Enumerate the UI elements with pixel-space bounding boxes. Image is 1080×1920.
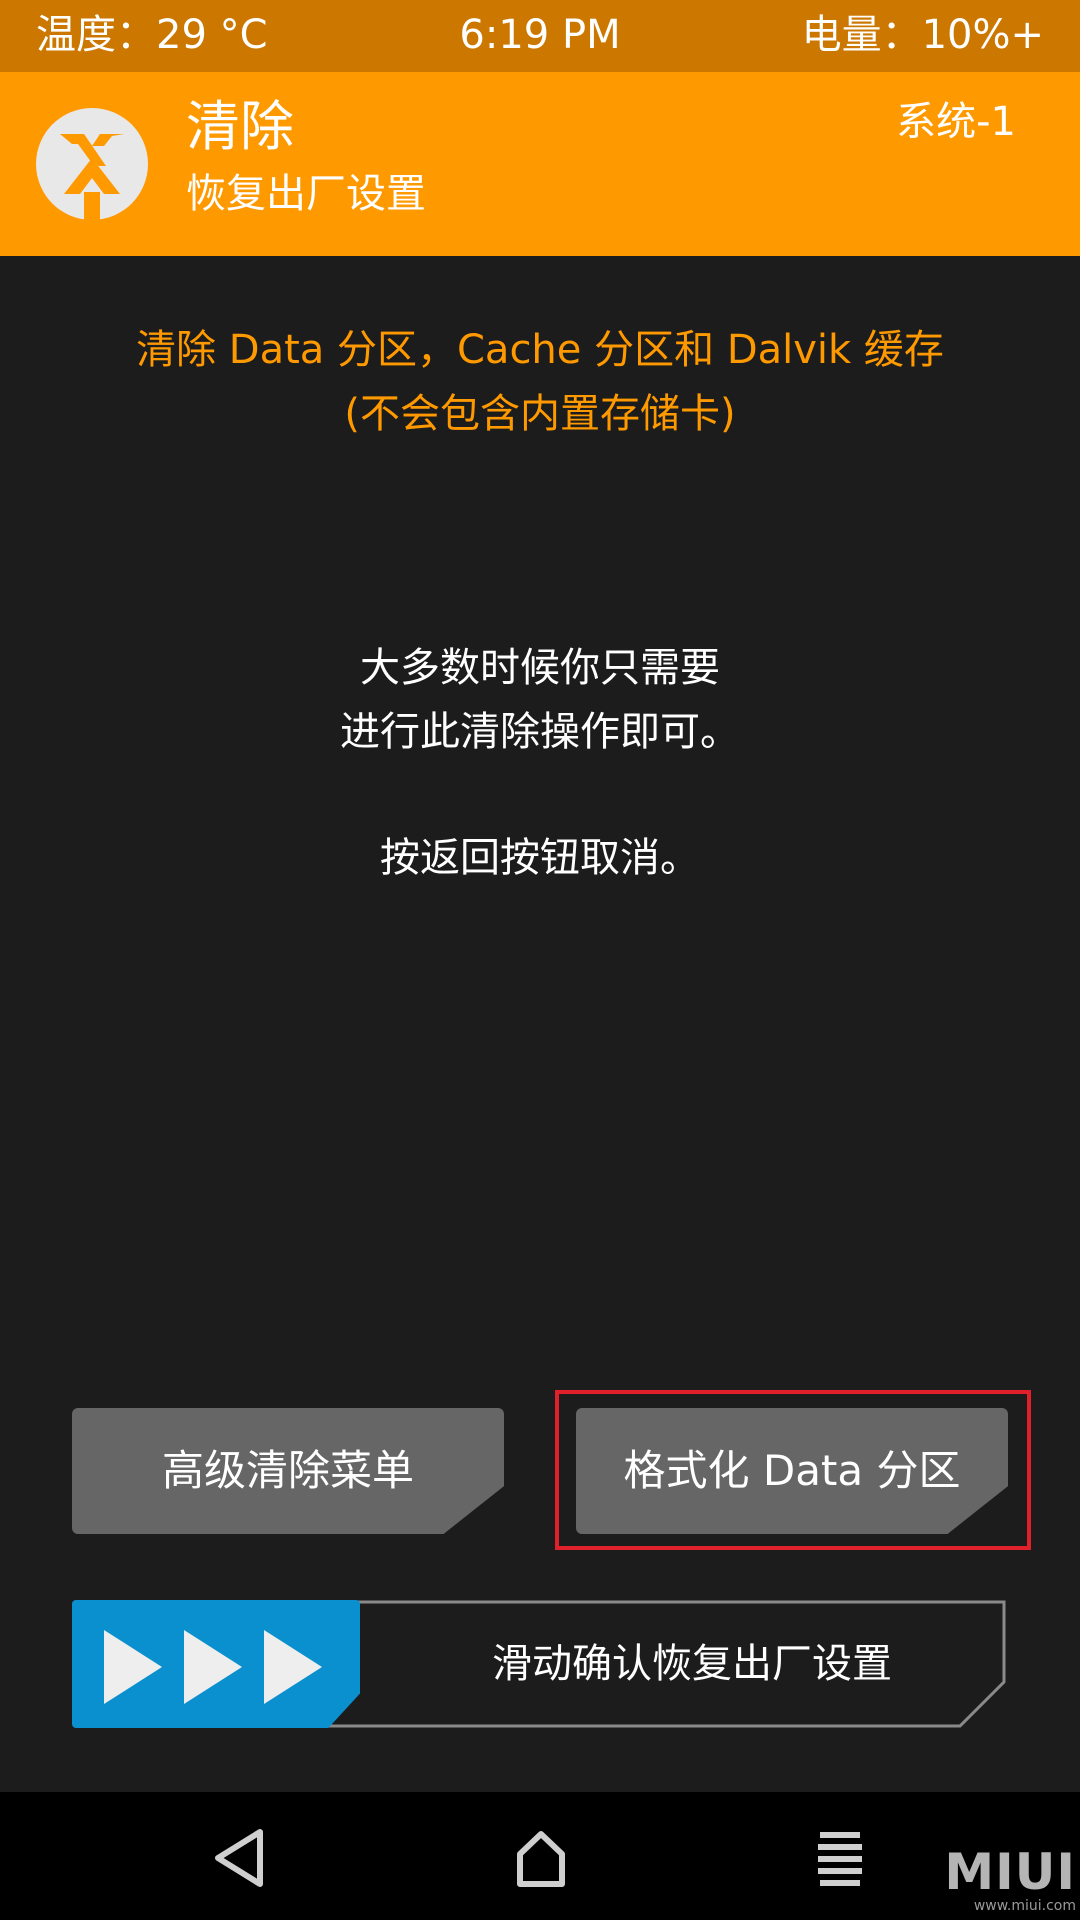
warning-line-2: (不会包含内置存储卡) [344, 391, 736, 437]
watermark-logo: MIUI [944, 1843, 1076, 1901]
recovery-screen: 温度：29 °C 6:19 PM 电量：10%+ 清除 恢复出厂设置 系统-1 … [0, 0, 1080, 1920]
format-data-button[interactable]: 格式化 Data 分区 [576, 1408, 1008, 1534]
slider-label: 滑动确认恢复出厂设置 [492, 1641, 892, 1687]
home-icon[interactable] [496, 1812, 586, 1902]
twrp-logo-icon [36, 108, 148, 222]
warning-line-1: 清除 Data 分区，Cache 分区和 Dalvik 缓存 [136, 327, 944, 373]
slider-handle[interactable] [72, 1600, 360, 1728]
page-subtitle: 恢复出厂设置 [186, 171, 426, 217]
swipe-slider[interactable]: 滑动确认恢复出厂设置 [72, 1600, 1008, 1728]
info-cancel-hint: 按返回按钮取消。 [380, 835, 700, 881]
menu-icon[interactable] [796, 1812, 886, 1902]
back-icon[interactable] [196, 1812, 286, 1902]
page-title: 清除 [186, 95, 294, 158]
info-line-1: 大多数时候你只需要 [360, 645, 720, 691]
header: 清除 恢复出厂设置 系统-1 [0, 72, 1080, 256]
battery-readout: 电量：10%+ [801, 12, 1044, 58]
system-slot-label: 系统-1 [896, 99, 1016, 145]
triple-arrow-icon [104, 1630, 322, 1704]
wipe-info: 大多数时候你只需要 进行此清除操作即可。 按返回按钮取消。 [0, 636, 1080, 890]
wipe-warning: 清除 Data 分区，Cache 分区和 Dalvik 缓存 (不会包含内置存储… [0, 318, 1080, 446]
advanced-wipe-button[interactable]: 高级清除菜单 [72, 1408, 504, 1534]
info-line-2: 进行此清除操作即可。 [340, 709, 740, 755]
status-bar: 温度：29 °C 6:19 PM 电量：10%+ [0, 0, 1080, 72]
watermark: MIUI www.miui.com [944, 1846, 1076, 1914]
navigation-bar [0, 1792, 1080, 1920]
